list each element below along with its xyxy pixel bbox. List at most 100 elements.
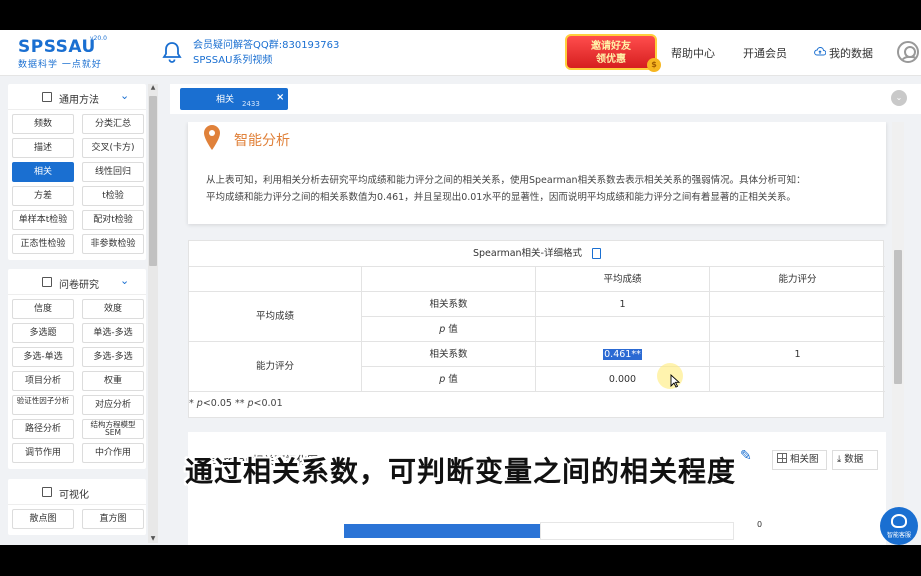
- method-linear-regression[interactable]: 线性回归: [82, 162, 144, 182]
- tab-count: 2433: [242, 100, 260, 108]
- method-crosstab[interactable]: 交叉(卡方): [82, 138, 144, 158]
- stat-label-coef: 相关系数: [362, 292, 536, 317]
- method-one-sample-t[interactable]: 单样本t检验: [12, 210, 74, 230]
- table-header-cell: [189, 267, 362, 292]
- method-multiple-choice[interactable]: 多选题: [12, 323, 74, 343]
- method-t-test[interactable]: t检验: [82, 186, 144, 206]
- sidebar-scroll-thumb[interactable]: [149, 96, 157, 266]
- method-correlation[interactable]: 相关: [12, 162, 74, 182]
- user-avatar-icon[interactable]: [897, 41, 919, 63]
- col-header-avg-score: 平均成绩: [536, 267, 710, 292]
- video-series-link[interactable]: SPSSAU系列视频: [193, 53, 339, 68]
- top-header: SPSSAU v20.0 数据科学 一点就好 会员疑问解答QQ群:8301937…: [0, 30, 921, 76]
- stat-label-coef: 相关系数: [362, 342, 536, 367]
- row-var-avg-score: 平均成绩: [189, 292, 362, 342]
- logo[interactable]: SPSSAU v20.0 数据科学 一点就好: [18, 35, 107, 70]
- method-multiple-multiple[interactable]: 多选-多选: [82, 347, 144, 367]
- nav-open-membership[interactable]: 开通会员: [743, 45, 787, 61]
- main-scroll-thumb[interactable]: [894, 250, 902, 384]
- table-cell: [710, 317, 885, 342]
- stat-label-p-value: p 值: [362, 317, 536, 342]
- table-cell-selected[interactable]: 0.461**: [536, 342, 710, 367]
- qq-group-notice: 会员疑问解答QQ群:830193763: [193, 40, 340, 51]
- table-title: Spearman相关-详细格式: [189, 241, 885, 267]
- table-cell: [710, 367, 885, 392]
- promo-line2: 领优惠: [596, 54, 626, 65]
- smart-analysis-title: 智能分析: [234, 133, 290, 149]
- close-icon[interactable]: ×: [276, 92, 284, 103]
- method-cfa[interactable]: 验证性因子分析: [12, 395, 74, 415]
- method-sem[interactable]: 结构方程模型SEM: [82, 419, 144, 439]
- scroll-down-icon[interactable]: ▼: [148, 535, 158, 543]
- chevron-down-icon[interactable]: ⌄: [120, 89, 129, 102]
- tab-bar: 相关 2433 × ⌄: [170, 84, 921, 114]
- spearman-table-card: Spearman相关-详细格式 平均成绩 能力评分 平均成绩 相关系数 1 p …: [188, 240, 885, 418]
- nav-help-center[interactable]: 帮助中心: [671, 45, 715, 61]
- promo-line1: 邀请好友: [591, 41, 631, 52]
- video-letterbox-top: [0, 0, 921, 30]
- chat-bot-icon: [891, 514, 907, 528]
- location-pin-icon: [204, 125, 220, 150]
- table-cell: 1: [536, 292, 710, 317]
- p-italic: p: [439, 324, 446, 335]
- chevron-down-icon[interactable]: ⌄: [891, 90, 907, 106]
- table-cell: [710, 292, 885, 317]
- chart-bar: [344, 524, 540, 538]
- p-italic: p: [439, 374, 446, 385]
- cloud-upload-icon: [814, 47, 826, 56]
- analysis-text-line: 平均成绩和能力评分之间的相关系数值为0.461，并且呈现出0.01水平的显著性，…: [206, 192, 796, 203]
- copy-icon[interactable]: [592, 248, 601, 259]
- smart-analysis-card: 智能分析 从上表可知，利用相关分析去研究平均成绩和能力评分之间的相关关系，使用S…: [188, 122, 886, 224]
- section-header-general[interactable]: 通用方法 ⌄: [8, 84, 146, 110]
- method-single-multiple[interactable]: 单选-多选: [82, 323, 144, 343]
- table-cell: 0.000: [536, 367, 710, 392]
- method-correspondence[interactable]: 对应分析: [82, 395, 144, 415]
- analysis-text-line: 从上表可知，利用相关分析去研究平均成绩和能力评分之间的相关关系，使用Spearm…: [206, 175, 806, 186]
- customer-service-button[interactable]: 智能客服: [880, 507, 918, 545]
- note-text: <0.05 **: [202, 398, 248, 409]
- bell-icon[interactable]: [160, 40, 184, 64]
- scroll-up-icon[interactable]: ▲: [148, 84, 158, 92]
- method-multiple-single[interactable]: 多选-单选: [12, 347, 74, 367]
- method-weight[interactable]: 权重: [82, 371, 144, 391]
- significance-note: * p<0.05 ** p<0.01: [189, 398, 283, 409]
- folder-icon: [42, 92, 52, 102]
- section-header-questionnaire[interactable]: 问卷研究 ⌄: [8, 269, 146, 295]
- method-item-analysis[interactable]: 项目分析: [12, 371, 74, 391]
- method-anova[interactable]: 方差: [12, 186, 74, 206]
- method-validity[interactable]: 效度: [82, 299, 144, 319]
- coin-icon: $: [647, 58, 661, 72]
- logo-subtitle: 数据科学 一点就好: [18, 60, 102, 70]
- method-descriptive[interactable]: 描述: [12, 138, 74, 158]
- section-title: 问卷研究: [59, 280, 99, 291]
- method-paired-t[interactable]: 配对t检验: [82, 210, 144, 230]
- section-title: 通用方法: [59, 95, 99, 106]
- mouse-cursor-icon: [670, 374, 680, 388]
- table-cell: [536, 317, 710, 342]
- note-text: *: [189, 398, 197, 409]
- method-nonparametric[interactable]: 非参数检验: [82, 234, 144, 254]
- document-icon: [42, 277, 52, 287]
- tab-correlation[interactable]: 相关 2433 ×: [180, 88, 288, 110]
- p-label: 值: [448, 324, 458, 335]
- method-reliability[interactable]: 信度: [12, 299, 74, 319]
- p-label: 值: [448, 374, 458, 385]
- chevron-down-icon[interactable]: ⌄: [120, 274, 129, 287]
- invite-friend-promo-banner[interactable]: 邀请好友 领优惠 $: [565, 34, 661, 72]
- row-var-ability-score: 能力评分: [189, 342, 362, 392]
- method-frequency[interactable]: 频数: [12, 114, 74, 134]
- notice-block: 会员疑问解答QQ群:830193763 SPSSAU系列视频: [193, 38, 339, 68]
- method-scatter[interactable]: 散点图: [12, 509, 74, 529]
- stat-label-p-value: p 值: [362, 367, 536, 392]
- method-normality[interactable]: 正态性检验: [12, 234, 74, 254]
- method-group-summary[interactable]: 分类汇总: [82, 114, 144, 134]
- note-text: <0.01: [253, 398, 283, 409]
- nav-my-data[interactable]: 我的数据: [829, 45, 873, 61]
- tab-label: 相关: [216, 95, 235, 105]
- method-histogram[interactable]: 直方图: [82, 509, 144, 529]
- table-title-text: Spearman相关-详细格式: [473, 248, 582, 259]
- video-letterbox-bottom: [0, 545, 921, 576]
- logo-version: v20.0: [90, 35, 107, 42]
- chart-tick-label: 0: [757, 520, 763, 529]
- method-path-analysis[interactable]: 路径分析: [12, 419, 74, 439]
